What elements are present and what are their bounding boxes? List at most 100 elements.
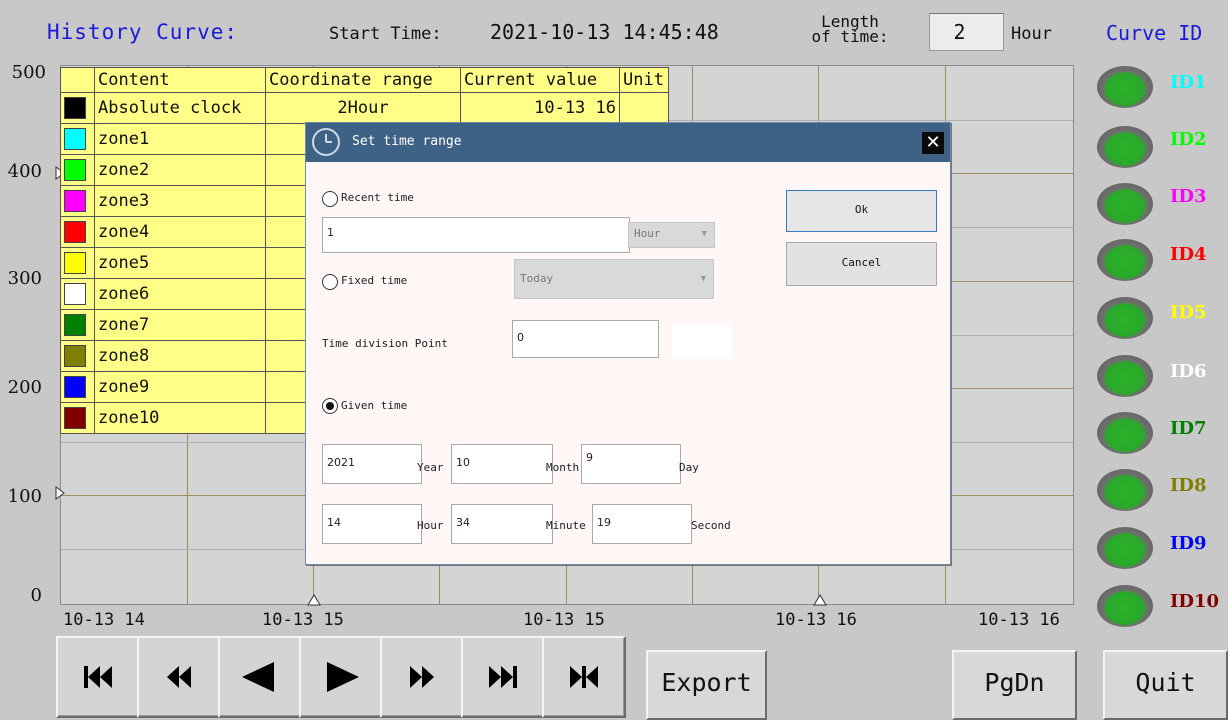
page-title: History Curve: [47, 20, 239, 44]
curve-toggle-led[interactable] [1097, 355, 1153, 397]
x-tick-label: 10-13 16 [978, 610, 1060, 630]
chevron-down-icon: ▼ [701, 229, 707, 239]
time-division-label: Time division Point [322, 337, 448, 350]
recent-time-input[interactable]: 1 [322, 217, 630, 253]
next-icon [327, 662, 359, 692]
legend-name: zone6 [94, 278, 266, 310]
first-icon [84, 666, 112, 688]
color-swatch [64, 345, 86, 367]
legend-header-cell: Unit [619, 67, 669, 93]
curve-toggle-led[interactable] [1097, 183, 1153, 225]
legend-name: zone9 [94, 371, 266, 403]
fixed-time-select[interactable]: Today ▼ [514, 259, 714, 299]
curve-id-label: ID6 [1170, 361, 1207, 382]
second-label: Second [691, 519, 731, 532]
curve-id-label: ID9 [1170, 533, 1207, 554]
second-input[interactable]: 19 [592, 504, 692, 544]
curve-toggle-led[interactable] [1097, 469, 1153, 511]
x-tick-label: 10-13 15 [523, 610, 605, 630]
export-button[interactable]: Export [646, 650, 767, 720]
quit-button[interactable]: Quit [1103, 650, 1228, 720]
minute-input[interactable]: 34 [451, 504, 553, 544]
axis-pointer-icon[interactable] [55, 486, 67, 500]
legend-header-cell: Coordinate range [265, 67, 461, 93]
legend-name: zone7 [94, 309, 266, 341]
legend-header-cell: Current value [460, 67, 620, 93]
clock-icon [312, 128, 340, 156]
month-input[interactable]: 10 [451, 444, 553, 484]
legend-name: Absolute clock [94, 92, 266, 124]
y-tick-label: 500 [11, 62, 46, 83]
legend-name: zone1 [94, 123, 266, 155]
axis-pointer-icon[interactable] [307, 592, 321, 606]
length-of-time-input[interactable]: 2 [929, 13, 1004, 51]
color-swatch [64, 159, 86, 181]
recent-time-unit-select[interactable]: Hour ▼ [628, 222, 715, 248]
curve-id-label: ID10 [1170, 591, 1220, 612]
curve-toggle-led[interactable] [1097, 412, 1153, 454]
fast-forward-icon [410, 666, 434, 688]
last-page-button[interactable] [461, 636, 545, 718]
x-tick-label: 10-13 14 [63, 610, 145, 630]
curve-id-label: ID3 [1170, 186, 1207, 207]
day-label: Day [679, 461, 699, 474]
length-of-time-label: Length of time: [811, 12, 889, 46]
jump-button[interactable] [542, 636, 626, 718]
pgdn-button[interactable]: PgDn [952, 650, 1077, 720]
x-tick-label: 10-13 15 [262, 610, 344, 630]
y-tick-label: 0 [30, 585, 42, 606]
x-tick-label: 10-13 16 [775, 610, 857, 630]
time-division-input[interactable]: 0 [512, 320, 659, 358]
legend-name: zone2 [94, 154, 266, 186]
first-page-button[interactable] [56, 636, 140, 718]
curve-toggle-led[interactable] [1097, 239, 1153, 281]
legend-header-cell [60, 67, 95, 93]
legend-name: zone4 [94, 216, 266, 248]
given-time-radio[interactable] [322, 398, 338, 414]
recent-time-label: Recent time [341, 191, 414, 204]
recent-time-radio[interactable] [322, 191, 338, 207]
cancel-button[interactable]: Cancel [786, 242, 937, 286]
close-icon[interactable]: ✕ [922, 132, 944, 154]
day-input[interactable]: 9 [581, 444, 681, 484]
curve-toggle-led[interactable] [1097, 126, 1153, 168]
color-swatch [64, 283, 86, 305]
color-swatch [64, 252, 86, 274]
jump-icon [570, 666, 598, 688]
legend-name: zone5 [94, 247, 266, 279]
color-swatch [64, 190, 86, 212]
dialog-title-bar[interactable]: Set time range ✕ [306, 123, 950, 162]
color-swatch [64, 314, 86, 336]
curve-toggle-led[interactable] [1097, 297, 1153, 339]
year-input[interactable]: 2021 [322, 444, 422, 484]
fast-rewind-button[interactable] [137, 636, 221, 718]
curve-toggle-led[interactable] [1097, 585, 1153, 627]
minute-label: Minute [546, 519, 586, 532]
hour-input[interactable]: 14 [322, 504, 422, 544]
legend-row[interactable]: Absolute clock 2Hour 10-13 16 [60, 92, 669, 124]
color-swatch [64, 376, 86, 398]
curve-toggle-led[interactable] [1097, 66, 1153, 108]
division-unit-box [672, 325, 732, 359]
previous-button[interactable] [218, 636, 302, 718]
fast-forward-button[interactable] [380, 636, 464, 718]
y-tick-label: 200 [7, 377, 42, 398]
next-button[interactable] [299, 636, 383, 718]
fixed-time-radio[interactable] [322, 274, 338, 290]
axis-pointer-icon[interactable] [813, 592, 827, 606]
set-time-range-dialog: Set time range ✕ Recent time 1 Hour ▼ Fix… [305, 122, 951, 565]
curve-id-label: ID7 [1170, 418, 1207, 439]
last-icon [489, 666, 517, 688]
ok-button[interactable]: Ok [786, 190, 937, 232]
dialog-title: Set time range [352, 134, 462, 149]
color-swatch [64, 128, 86, 150]
start-time-value: 2021-10-13 14:45:48 [490, 20, 719, 44]
legend-header-cell: Content [94, 67, 266, 93]
previous-icon [242, 662, 274, 692]
year-label: Year [417, 461, 444, 474]
legend-unit [619, 92, 669, 124]
curve-toggle-led[interactable] [1097, 527, 1153, 569]
curve-id-label: ID8 [1170, 475, 1207, 496]
legend-name: zone3 [94, 185, 266, 217]
legend-value: 10-13 16 [460, 92, 620, 124]
